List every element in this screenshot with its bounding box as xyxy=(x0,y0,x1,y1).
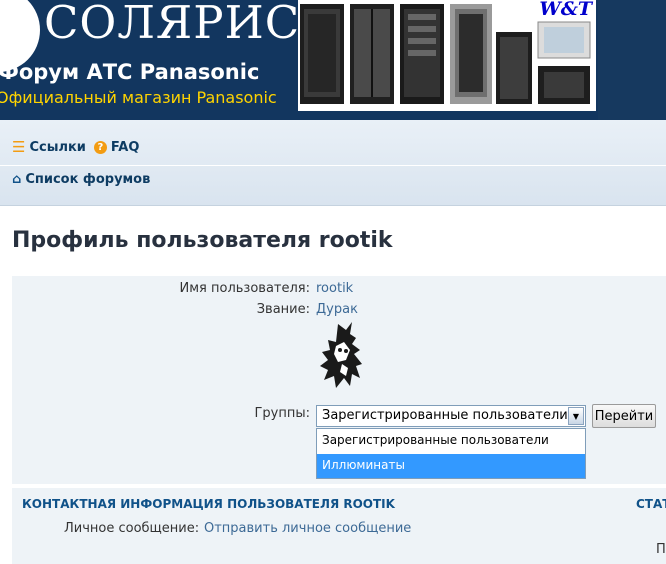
question-icon[interactable]: ? xyxy=(93,140,107,154)
username-label: Имя пользователя: xyxy=(179,281,310,296)
dropdown-option-illuminati[interactable]: Иллюминаты xyxy=(317,454,585,478)
quick-links-row: ☰ Ссылки ? FAQ xyxy=(12,138,139,156)
faq-link[interactable]: FAQ xyxy=(111,140,140,155)
navbar xyxy=(0,120,666,206)
links-menu[interactable]: Ссылки xyxy=(29,140,85,155)
private-message-label: Личное сообщение: xyxy=(64,521,200,536)
rank-label: Звание: xyxy=(256,302,310,317)
groups-label: Группы: xyxy=(254,406,310,421)
breadcrumb: ⌂ Список форумов xyxy=(12,172,150,187)
header-right-fill xyxy=(598,0,666,120)
groups-select[interactable]: Зарегистрированные пользователи ▼ xyxy=(316,405,586,427)
contact-info-header: КОНТАКТНАЯ ИНФОРМАЦИЯ ПОЛЬЗОВАТЕЛЯ ROOTI… xyxy=(22,497,395,511)
truncated-label: П xyxy=(656,542,666,557)
shop-title[interactable]: Официальный магазин Panasonic xyxy=(0,88,277,107)
dropdown-arrow-icon[interactable]: ▼ xyxy=(568,407,584,425)
username-value: rootik xyxy=(316,281,354,296)
forum-title[interactable]: Форум АТС Panasonic xyxy=(0,60,259,84)
cabinet-banner[interactable]: W&T xyxy=(298,0,596,111)
site-logo[interactable]: СОЛЯРИС xyxy=(44,0,300,49)
home-icon[interactable]: ⌂ xyxy=(12,172,21,187)
statistics-header: СТАТ xyxy=(636,497,666,511)
page-title: Профиль пользователя rootik xyxy=(12,228,393,253)
forum-list-link[interactable]: Список форумов xyxy=(25,172,150,187)
site-header: СОЛЯРИС Форум АТС Panasonic Официальный … xyxy=(0,0,666,120)
nav-divider xyxy=(0,165,666,166)
rank-value: Дурак xyxy=(316,302,358,317)
groups-select-value: Зарегистрированные пользователи xyxy=(322,408,568,423)
wt-brand-logo: W&T xyxy=(539,0,592,20)
dropdown-option-registered[interactable]: Зарегистрированные пользователи xyxy=(317,429,585,453)
go-button[interactable]: Перейти xyxy=(592,404,656,428)
send-private-message-link[interactable]: Отправить личное сообщение xyxy=(204,521,411,536)
menu-icon[interactable]: ☰ xyxy=(12,138,25,156)
groups-dropdown-list: Зарегистрированные пользователи Иллюмина… xyxy=(316,428,586,479)
user-avatar xyxy=(320,322,362,388)
